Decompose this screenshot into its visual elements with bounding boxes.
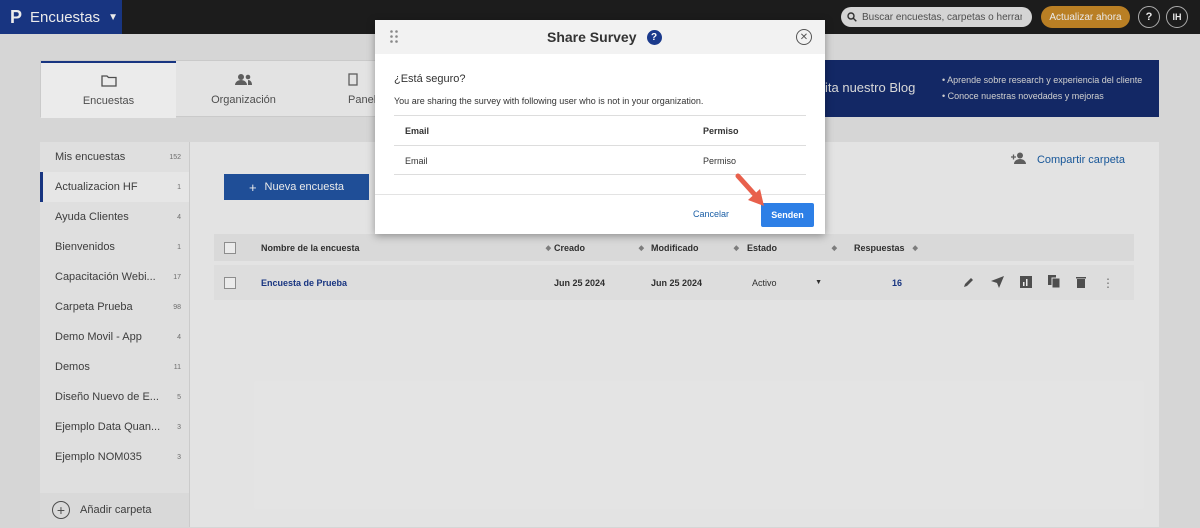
confirm-description: You are sharing the survey with followin… — [394, 96, 704, 106]
dialog-header: Share Survey ? ✕ — [375, 20, 825, 54]
table-row: Email Permiso — [394, 145, 806, 175]
permission-cell: Permiso — [703, 156, 737, 166]
dialog-title-group: Share Survey ? — [547, 20, 662, 54]
table-header-row: Email Permiso — [394, 115, 806, 145]
drag-handle-icon[interactable] — [390, 30, 398, 48]
send-button[interactable]: Senden — [761, 203, 814, 227]
cancel-button[interactable]: Cancelar — [693, 209, 729, 219]
help-icon[interactable]: ? — [646, 29, 662, 45]
permission-header: Permiso — [703, 126, 739, 136]
close-icon[interactable]: ✕ — [796, 29, 812, 45]
pointer-arrow-icon — [735, 173, 764, 206]
confirm-question: ¿Está seguro? — [394, 73, 466, 85]
share-user-table: Email Permiso Email Permiso — [394, 115, 806, 175]
dialog-title: Share Survey — [547, 29, 637, 45]
email-header: Email — [405, 126, 430, 136]
email-cell: Email — [405, 156, 428, 166]
